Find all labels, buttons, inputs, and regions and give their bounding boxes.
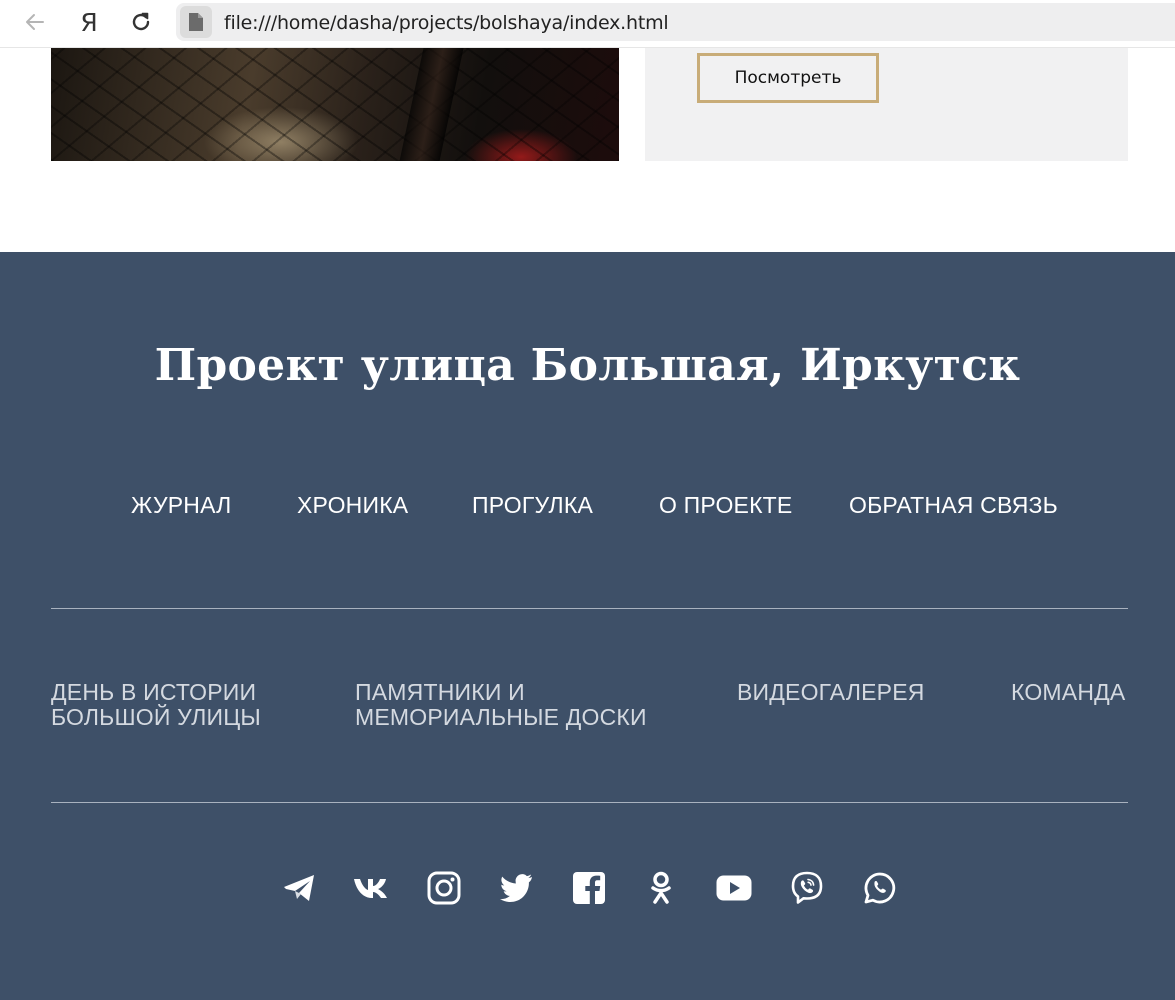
whatsapp-link[interactable] [862,870,898,906]
facebook-link[interactable] [571,870,607,906]
odnoklassniki-link[interactable] [643,870,679,906]
nav-item-journal[interactable]: ЖУРНАЛ [131,492,231,519]
facebook-icon [573,872,605,904]
nav-item-feedback[interactable]: ОБРАТНАЯ СВЯЗЬ [849,492,1058,519]
youtube-icon [716,875,752,901]
vk-link[interactable] [353,870,389,906]
viber-icon [791,871,823,904]
whatsapp-icon [864,872,896,904]
footer-divider-bottom [51,802,1128,803]
reload-button[interactable] [126,6,156,38]
telegram-icon [284,875,314,901]
nav-item-video-gallery-label: ВИДЕОГАЛЕРЕЯ [737,679,925,705]
nav-item-day-in-history[interactable]: ДЕНЬ В ИСТОРИИ БОЛЬШОЙ УЛИЦЫ [51,680,261,730]
page-info-button[interactable] [180,6,212,38]
instagram-link[interactable] [426,870,462,906]
nav-item-walk[interactable]: ПРОГУЛКА [472,492,593,519]
nav-item-about[interactable]: О ПРОЕКТЕ [659,492,792,519]
twitter-link[interactable] [498,870,534,906]
back-button[interactable] [20,6,50,38]
vk-icon [354,879,387,898]
footer: Проект улица Большая, Иркутск ЖУРНАЛ ХРО… [0,252,1175,1000]
viber-link[interactable] [789,870,825,906]
twitter-icon [500,874,532,902]
file-icon [189,13,203,31]
url-text: file:///home/dasha/projects/bolshaya/ind… [224,12,669,34]
nav-item-chronicle[interactable]: ХРОНИКА [297,492,408,519]
address-bar[interactable]: file:///home/dasha/projects/bolshaya/ind… [176,3,1175,41]
nav-item-team[interactable]: КОМАНДА [1011,680,1125,705]
instagram-icon [427,871,461,905]
yandex-button[interactable]: Я [74,6,104,38]
odnoklassniki-icon [651,871,671,904]
nav-item-team-label: КОМАНДА [1011,679,1126,705]
card-panel: Посмотреть [645,47,1128,161]
arrow-left-icon [26,14,44,30]
nav-item-monuments[interactable]: ПАМЯТНИКИ И МЕМОРИАЛЬНЫЕ ДОСКИ [355,680,647,730]
footer-main-nav: ЖУРНАЛ ХРОНИКА ПРОГУЛКА О ПРОЕКТЕ ОБРАТН… [0,492,1175,522]
reload-icon [132,12,150,31]
nav-item-monuments-line1: ПАМЯТНИКИ И [355,679,525,705]
yandex-logo-icon: Я [80,7,98,37]
youtube-link[interactable] [716,870,752,906]
nav-item-video-gallery[interactable]: ВИДЕОГАЛЕРЕЯ [737,680,925,705]
footer-title: Проект улица Большая, Иркутск [154,340,1021,391]
street-photo [51,47,619,161]
nav-item-day-in-history-line2: БОЛЬШОЙ УЛИЦЫ [51,704,261,730]
social-links [0,870,1175,910]
footer-divider-top [51,608,1128,609]
nav-item-day-in-history-line1: ДЕНЬ В ИСТОРИИ [51,679,257,705]
browser-toolbar: Я file:///home/dasha/projects/bolshaya/i… [0,0,1175,48]
view-button[interactable]: Посмотреть [697,53,879,103]
nav-item-monuments-line2: МЕМОРИАЛЬНЫЕ ДОСКИ [355,704,647,730]
telegram-link[interactable] [281,870,317,906]
